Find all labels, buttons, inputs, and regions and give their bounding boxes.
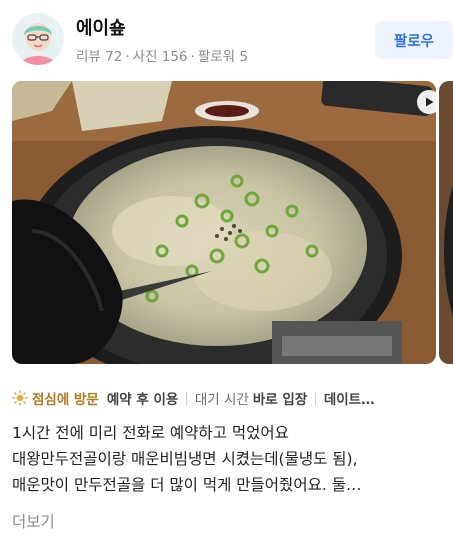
photo-count: 사진 156 bbox=[132, 49, 188, 65]
review-text[interactable]: 1시간 전에 미리 전화로 예약하고 먹었어요 대왕만두전골이랑 매운비빔냉면 … bbox=[12, 420, 453, 498]
follower-count: 팔로워 5 bbox=[197, 49, 248, 65]
visit-tags: 점심에 방문 예약 후 이용 | 대기 시간 바로 입장 | 데이트… bbox=[12, 387, 453, 409]
stats-separator: · bbox=[125, 49, 130, 65]
photo-carousel[interactable] bbox=[0, 81, 453, 364]
read-more-link[interactable]: 더보기 bbox=[12, 510, 55, 532]
review-line: 대왕만두전골이랑 매운비빔냉면 시켰는데(물냉도 됨), bbox=[12, 450, 358, 468]
sun-icon bbox=[12, 390, 28, 406]
user-stats: 리뷰 72 · 사진 156 · 팔로워 5 bbox=[76, 45, 248, 65]
user-avatar-icon[interactable] bbox=[12, 13, 64, 65]
tag-separator: | bbox=[184, 390, 189, 406]
stats-separator: · bbox=[190, 49, 195, 65]
follow-button[interactable]: 팔로우 bbox=[375, 21, 453, 59]
tag-separator: | bbox=[313, 390, 318, 406]
user-name[interactable]: 에이숖 bbox=[76, 14, 126, 40]
reservation-tag: 예약 후 이용 bbox=[106, 392, 179, 408]
food-photo-icon[interactable] bbox=[12, 81, 436, 364]
wait-time-label: 대기 시간 bbox=[194, 392, 249, 408]
food-photo-icon[interactable] bbox=[439, 81, 453, 364]
wait-time-value: 바로 입장 bbox=[252, 392, 308, 408]
review-line: 매운맛이 만두전골을 더 많이 먹게 만들어줬어요. 둘… bbox=[12, 476, 362, 494]
visit-time-tag: 점심에 방문 bbox=[32, 392, 99, 408]
play-icon[interactable] bbox=[417, 90, 436, 114]
purpose-tag: 데이트… bbox=[323, 392, 375, 408]
review-line: 1시간 전에 미리 전화로 예약하고 먹었어요 bbox=[12, 424, 289, 442]
review-header: 에이숖 리뷰 72 · 사진 156 · 팔로워 5 팔로우 bbox=[0, 0, 453, 80]
review-count: 리뷰 72 bbox=[76, 49, 123, 65]
